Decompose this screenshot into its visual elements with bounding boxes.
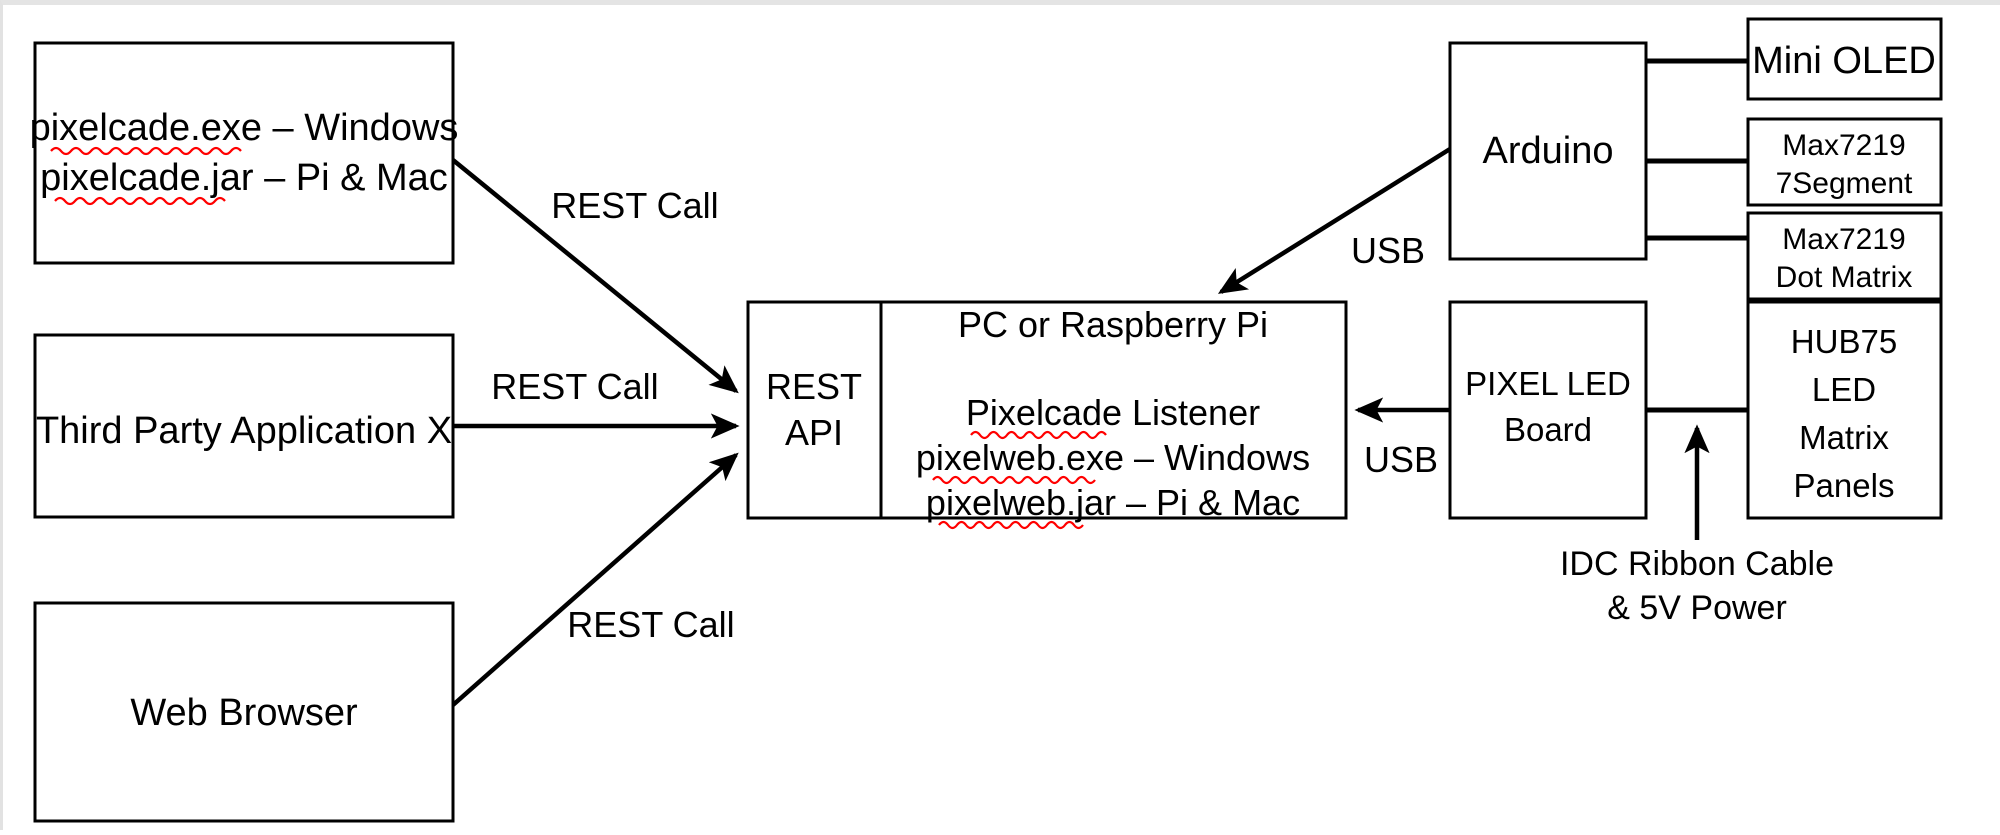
rest-api-line2: API [785, 412, 843, 453]
client-app-line2: pixelcade.jar – Pi & Mac [40, 157, 448, 199]
host-node[interactable]: REST API PC or Raspberry Pi Pixelcade Li… [746, 300, 1348, 530]
arduino-label: Arduino [1483, 130, 1614, 172]
third-party-label: Third Party Application X [36, 410, 452, 452]
mini-oled-label: Mini OLED [1752, 40, 1936, 82]
hub75-node[interactable]: HUB75 LED Matrix Panels [1746, 300, 1943, 520]
rest-call-label-middle: REST Call [491, 366, 658, 407]
pixel-led-board-node[interactable]: PIXEL LED Board [1448, 300, 1648, 520]
usb-arduino-label: USB [1351, 230, 1425, 271]
rest-call-arrow-bottom [451, 452, 739, 707]
third-party-node[interactable]: Third Party Application X [33, 333, 455, 519]
rest-call-label-top: REST Call [551, 185, 718, 226]
pixel-led-board-line1: PIXEL LED [1465, 365, 1631, 402]
host-line1: Pixelcade Listener [966, 392, 1260, 433]
max7219-7segment-node[interactable]: Max7219 7Segment [1746, 117, 1943, 207]
host-line3: pixelweb.jar – Pi & Mac [926, 482, 1300, 523]
max7219-dot-matrix-line1: Max7219 [1782, 223, 1905, 256]
web-browser-node[interactable]: Web Browser [33, 601, 455, 823]
hub75-line3: Matrix [1799, 419, 1889, 456]
max7219-dot-matrix-node[interactable]: Max7219 Dot Matrix [1746, 211, 1943, 301]
max7219-dot-matrix-line2: Dot Matrix [1776, 261, 1913, 294]
mini-oled-node[interactable]: Mini OLED [1746, 17, 1943, 101]
host-title: PC or Raspberry Pi [958, 304, 1268, 345]
diagram-canvas: pixelcade.exe – Windows pixelcade.jar – … [0, 0, 2000, 830]
architecture-diagram: pixelcade.exe – Windows pixelcade.jar – … [30, 17, 1943, 823]
idc-cable-label-line2: & 5V Power [1607, 589, 1787, 627]
hub75-line1: HUB75 [1791, 323, 1897, 360]
max7219-7segment-line2: 7Segment [1776, 167, 1913, 200]
pixel-led-board-box [1448, 300, 1648, 520]
client-app-line1: pixelcade.exe – Windows [30, 107, 459, 149]
usb-pixel-board-label: USB [1364, 439, 1438, 480]
hub75-line4: Panels [1794, 467, 1895, 504]
max7219-7segment-line1: Max7219 [1782, 129, 1905, 162]
host-line2: pixelweb.exe – Windows [916, 437, 1310, 478]
client-app-box [33, 41, 455, 265]
rest-api-line1: REST [766, 366, 862, 407]
hub75-line2: LED [1812, 371, 1876, 408]
pixel-led-board-line2: Board [1504, 411, 1592, 448]
client-app-node[interactable]: pixelcade.exe – Windows pixelcade.jar – … [30, 41, 459, 265]
web-browser-label: Web Browser [130, 692, 358, 734]
idc-cable-label-line1: IDC Ribbon Cable [1560, 545, 1834, 583]
arduino-node[interactable]: Arduino [1448, 41, 1648, 261]
rest-call-label-bottom: REST Call [567, 604, 734, 645]
